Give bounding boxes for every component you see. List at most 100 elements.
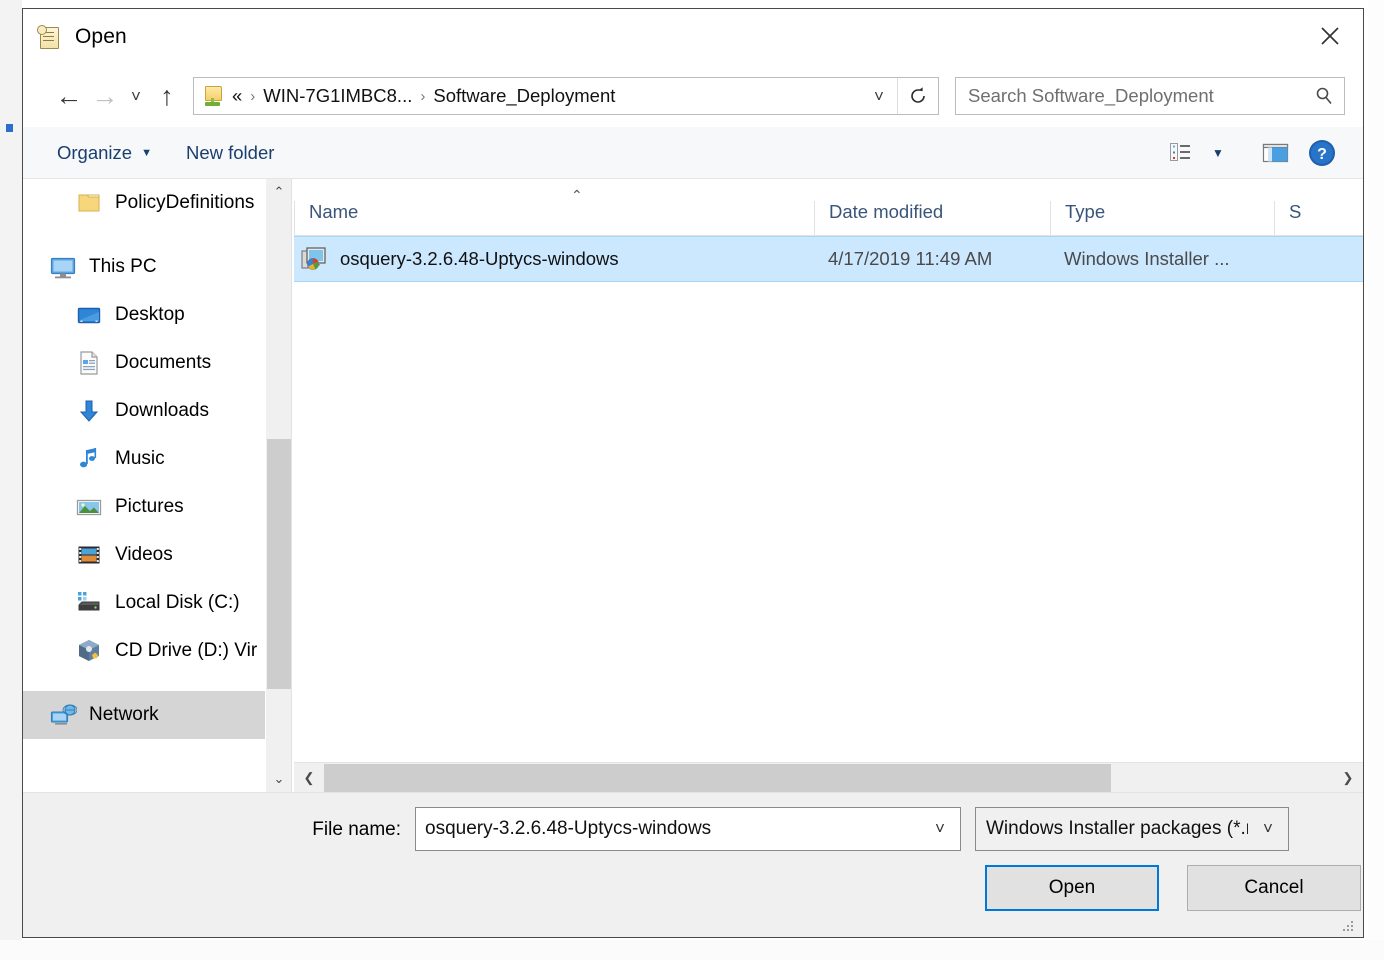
- file-rows: osquery-3.2.6.48-Uptycs-windows 4/17/201…: [294, 236, 1363, 762]
- dialog-body: PolicyDefinitions This PC Desktop Docume…: [23, 179, 1363, 792]
- desktop-background-left: [0, 0, 22, 960]
- sidebar-item-desktop[interactable]: Desktop: [23, 291, 291, 339]
- preview-pane-icon: [1262, 143, 1289, 162]
- breadcrumb-separator: ›: [250, 87, 256, 105]
- column-headers: ⌃ Name Date modified Type S: [294, 179, 1363, 236]
- chevron-down-icon: ▼: [141, 146, 152, 159]
- open-button[interactable]: Open: [985, 865, 1159, 911]
- breadcrumb-separator: ›: [420, 87, 426, 105]
- file-name-cell: osquery-3.2.6.48-Uptycs-windows: [294, 244, 814, 274]
- sidebar-item-documents[interactable]: Documents: [23, 339, 291, 387]
- file-name-dropdown-button[interactable]: ˅: [920, 808, 960, 850]
- hscroll-track[interactable]: [324, 763, 1333, 792]
- sidebar-item-label: CD Drive (D:) Vir: [115, 640, 258, 661]
- screen: Open ← → ˅ ↑ « › WIN-7G1IMBC8... › Softw…: [0, 0, 1384, 960]
- up-button[interactable]: ↑: [149, 78, 185, 114]
- sidebar-item-local-disk-c[interactable]: Local Disk (C:): [23, 579, 291, 627]
- file-name-combobox[interactable]: ˅: [415, 807, 961, 851]
- breadcrumb-item-0[interactable]: «: [232, 85, 242, 107]
- forward-button[interactable]: →: [87, 78, 123, 114]
- organize-button[interactable]: Organize ▼: [57, 142, 152, 164]
- hscroll-left-button[interactable]: ❮: [294, 764, 324, 792]
- sidebar-item-label: Pictures: [115, 496, 184, 517]
- command-toolbar: Organize ▼ New folder ▼ ?: [23, 127, 1363, 179]
- file-type-dropdown-button[interactable]: ˅: [1248, 808, 1288, 850]
- search-box[interactable]: [955, 77, 1345, 115]
- hard-drive-icon: [75, 589, 103, 617]
- sidebar-item-label: This PC: [89, 256, 157, 277]
- sidebar-scroll-up-button[interactable]: ⌃: [266, 179, 291, 205]
- sidebar-item-downloads[interactable]: Downloads: [23, 387, 291, 435]
- recent-locations-button[interactable]: ˅: [123, 78, 149, 114]
- table-row[interactable]: osquery-3.2.6.48-Uptycs-windows 4/17/201…: [294, 236, 1363, 282]
- close-button[interactable]: [1297, 9, 1363, 63]
- hscroll-thumb[interactable]: [324, 763, 1112, 792]
- file-name-label: File name:: [312, 819, 401, 840]
- sidebar-item-cd-drive-d[interactable]: CD Drive (D:) Vir: [23, 627, 291, 675]
- column-header-date-modified[interactable]: Date modified: [814, 201, 1050, 235]
- resize-grip[interactable]: [1343, 919, 1355, 931]
- column-header-type[interactable]: Type: [1050, 201, 1274, 235]
- view-options-button[interactable]: [1159, 134, 1205, 172]
- view-dropdown-button[interactable]: ▼: [1205, 134, 1231, 172]
- open-file-dialog: Open ← → ˅ ↑ « › WIN-7G1IMBC8... › Softw…: [22, 8, 1364, 938]
- sidebar-item-label: Downloads: [115, 400, 209, 421]
- file-type-value: Windows Installer packages (*.r: [986, 818, 1248, 839]
- hscroll-right-button[interactable]: ❯: [1333, 764, 1363, 792]
- breadcrumb-item-1[interactable]: WIN-7G1IMBC8...: [263, 85, 412, 107]
- desktop-background-right: [1368, 0, 1384, 960]
- search-input[interactable]: [956, 85, 1304, 107]
- svg-text:?: ?: [1317, 146, 1327, 163]
- file-type-cell: Windows Installer ...: [1064, 248, 1230, 269]
- file-type-dropdown[interactable]: Windows Installer packages (*.r ˅: [975, 807, 1289, 851]
- sidebar-item-policydefinitions[interactable]: PolicyDefinitions: [23, 179, 291, 227]
- column-header-size[interactable]: S: [1274, 201, 1363, 235]
- downloads-icon: [75, 397, 103, 425]
- list-view-icon: [1170, 142, 1190, 161]
- navigation-bar: ← → ˅ ↑ « › WIN-7G1IMBC8... › Software_D…: [23, 65, 1363, 127]
- sidebar-item-this-pc[interactable]: This PC: [23, 243, 291, 291]
- address-bar[interactable]: « › WIN-7G1IMBC8... › Software_Deploymen…: [193, 77, 939, 115]
- help-icon: ?: [1309, 139, 1335, 166]
- sort-ascending-icon: ⌃: [571, 187, 583, 203]
- sidebar-scrollbar[interactable]: ⌃ ⌄: [265, 179, 291, 792]
- close-icon: [1321, 27, 1339, 45]
- this-pc-icon: [49, 253, 77, 281]
- chevron-left-icon: ❮: [303, 769, 315, 785]
- desktop-background-bottom: [0, 940, 1384, 960]
- help-button[interactable]: ?: [1299, 134, 1345, 172]
- search-button[interactable]: [1304, 78, 1344, 114]
- dialog-footer: File name: ˅ Windows Installer packages …: [23, 792, 1363, 937]
- videos-icon: [75, 541, 103, 569]
- sidebar-scroll-down-button[interactable]: ⌄: [266, 766, 291, 792]
- new-folder-button[interactable]: New folder: [186, 142, 274, 164]
- chevron-down-icon: ˅: [935, 819, 945, 838]
- sidebar-item-label: Videos: [115, 544, 173, 565]
- network-folder-icon: [202, 85, 224, 107]
- navigation-pane: PolicyDefinitions This PC Desktop Docume…: [23, 179, 291, 792]
- back-button[interactable]: ←: [51, 78, 87, 114]
- address-dropdown-button[interactable]: ˅: [861, 78, 897, 114]
- up-arrow-icon: ↑: [160, 80, 174, 111]
- refresh-icon: [911, 87, 925, 103]
- file-date-cell: 4/17/2019 11:49 AM: [828, 248, 993, 269]
- cancel-button[interactable]: Cancel: [1187, 865, 1361, 911]
- sidebar-item-label: PolicyDefinitions: [115, 192, 255, 213]
- breadcrumb-item-2[interactable]: Software_Deployment: [433, 85, 615, 107]
- sidebar-item-pictures[interactable]: Pictures: [23, 483, 291, 531]
- sidebar-item-music[interactable]: Music: [23, 435, 291, 483]
- sidebar-item-videos[interactable]: Videos: [23, 531, 291, 579]
- file-name-text: osquery-3.2.6.48-Uptycs-windows: [340, 248, 619, 269]
- refresh-button[interactable]: [898, 78, 938, 114]
- dialog-title: Open: [75, 25, 127, 48]
- sidebar-item-network[interactable]: Network: [23, 691, 291, 739]
- column-header-name[interactable]: Name: [294, 201, 814, 235]
- new-folder-label: New folder: [185, 141, 275, 163]
- horizontal-scrollbar[interactable]: ❮ ❯: [294, 762, 1363, 792]
- folder-icon: [75, 189, 103, 217]
- preview-pane-button[interactable]: [1253, 134, 1299, 172]
- file-name-input[interactable]: [416, 817, 920, 841]
- sidebar-scrollbar-thumb[interactable]: [267, 439, 291, 689]
